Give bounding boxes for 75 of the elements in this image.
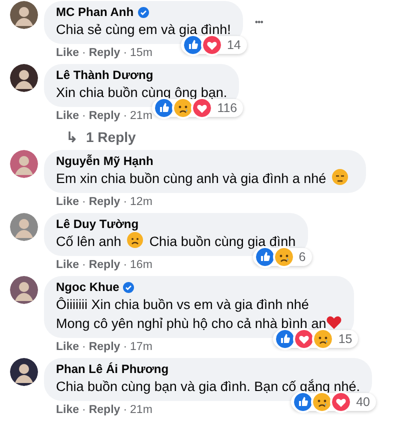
separator-dot: · bbox=[82, 340, 86, 354]
avatar-icon[interactable] bbox=[10, 358, 38, 386]
reaction-count: 6 bbox=[298, 248, 306, 266]
like-reaction-icon bbox=[292, 391, 314, 413]
reaction-summary[interactable]: 6 bbox=[252, 248, 312, 266]
reaction-count: 14 bbox=[226, 36, 241, 54]
comment-text: Chia buồn cùng gia đình bbox=[149, 234, 296, 249]
separator-dot: · bbox=[123, 46, 128, 60]
commenter-name[interactable]: Ngoc Khue bbox=[56, 280, 120, 295]
reaction-summary[interactable]: 40 bbox=[291, 393, 376, 411]
heart-reaction-icon bbox=[293, 328, 316, 350]
sad-reaction-icon bbox=[272, 246, 295, 268]
separator-dot: · bbox=[123, 258, 128, 272]
reply-link[interactable]: Reply bbox=[88, 258, 120, 272]
commenter-name[interactable]: Nguyễn Mỹ Hạnh bbox=[56, 154, 154, 169]
commenter-name[interactable]: Phan Lê Ái Phương bbox=[56, 362, 169, 377]
like-link[interactable]: Like bbox=[56, 403, 80, 417]
like-link[interactable]: Like bbox=[56, 258, 80, 272]
comment-text: Chia sẻ cùng em và gia đình! bbox=[56, 22, 231, 37]
separator-dot: · bbox=[82, 258, 86, 272]
separator-dot: · bbox=[82, 109, 86, 123]
separator-dot: · bbox=[123, 109, 128, 123]
replies-count: 1 Reply bbox=[86, 128, 136, 146]
timestamp[interactable]: 21m bbox=[130, 403, 152, 417]
reply-link[interactable]: Reply bbox=[88, 195, 120, 209]
reply-link[interactable]: Reply bbox=[88, 403, 120, 417]
heart-reaction-icon bbox=[200, 34, 223, 56]
reply-link[interactable]: Reply bbox=[88, 109, 120, 123]
avatar-icon[interactable] bbox=[10, 64, 38, 92]
like-link[interactable]: Like bbox=[56, 340, 80, 354]
view-replies-link[interactable]: ↳ 1 Reply bbox=[66, 128, 408, 146]
comment-text: Mong cô yên nghỉ phù hộ cho cả nhà bình an bbox=[56, 316, 326, 331]
separator-dot: · bbox=[82, 403, 86, 417]
pensive-face-icon bbox=[332, 169, 348, 185]
commenter-name[interactable]: Lê Duy Tường bbox=[56, 217, 139, 232]
timestamp[interactable]: 12m bbox=[130, 195, 152, 209]
comment-text: Cố lên anh bbox=[56, 234, 122, 249]
like-reaction-icon bbox=[153, 97, 176, 119]
separator-dot: · bbox=[123, 403, 128, 417]
comment-text: Xin chia buồn cùng ông bạn. bbox=[56, 85, 228, 100]
reaction-count: 40 bbox=[356, 394, 370, 411]
like-link[interactable]: Like bbox=[56, 195, 80, 209]
avatar-icon[interactable] bbox=[10, 276, 38, 304]
sad-reaction-icon bbox=[311, 391, 334, 413]
like-reaction-icon bbox=[274, 328, 296, 350]
heart-reaction-icon bbox=[330, 391, 352, 413]
timestamp[interactable]: 15m bbox=[130, 46, 152, 60]
like-link[interactable]: Like bbox=[56, 109, 80, 123]
reply-link[interactable]: Reply bbox=[88, 46, 120, 60]
comment-text: Ôiiiiiii Xin chia buồn vs em và gia đình nhé bbox=[56, 297, 309, 312]
reaction-count: 116 bbox=[217, 100, 238, 117]
reply-link[interactable]: Reply bbox=[88, 340, 120, 354]
more-options-button[interactable]: ••• bbox=[254, 16, 263, 30]
timestamp[interactable]: 21m bbox=[130, 109, 152, 123]
heart-icon bbox=[326, 315, 342, 330]
frowning-face-icon bbox=[127, 232, 144, 248]
reaction-count: 15 bbox=[338, 330, 352, 348]
commenter-name[interactable]: Lê Thành Dương bbox=[56, 68, 154, 83]
separator-dot: · bbox=[123, 340, 128, 354]
comment-text: Em xin chia buồn cùng anh và gia đình a nhé bbox=[56, 171, 326, 186]
timestamp[interactable]: 17m bbox=[130, 340, 152, 354]
reply-arrow-icon: ↳ bbox=[66, 128, 78, 146]
avatar-icon[interactable] bbox=[10, 1, 38, 29]
heart-reaction-icon bbox=[191, 97, 214, 119]
separator-dot: · bbox=[82, 46, 86, 60]
reaction-summary[interactable]: 14 bbox=[180, 36, 247, 54]
commenter-name[interactable]: MC Phan Anh bbox=[56, 5, 134, 20]
reaction-summary[interactable]: 116 bbox=[152, 99, 244, 117]
separator-dot: · bbox=[123, 195, 128, 209]
sad-reaction-icon bbox=[172, 97, 194, 119]
like-link[interactable]: Like bbox=[56, 46, 80, 60]
sad-reaction-icon bbox=[312, 328, 334, 350]
reaction-summary[interactable]: 15 bbox=[273, 330, 358, 348]
timestamp[interactable]: 16m bbox=[130, 258, 152, 272]
separator-dot: · bbox=[82, 195, 86, 209]
